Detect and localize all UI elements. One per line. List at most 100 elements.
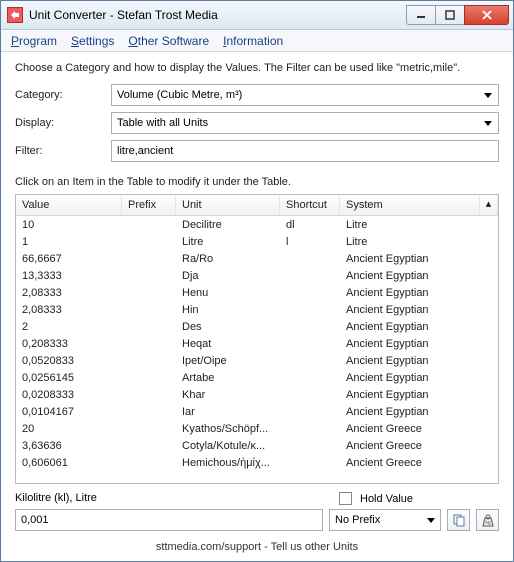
display-label: Display:: [15, 117, 111, 129]
cell-system: Ancient Egyptian: [340, 406, 498, 418]
cell-unit: Cotyla/Kotule/κ...: [176, 440, 280, 452]
cell-unit: Heqat: [176, 338, 280, 350]
svg-text:kg: kg: [485, 520, 491, 526]
table-header: Value Prefix Unit Shortcut System ▴: [16, 195, 498, 216]
cell-value: 0,0208333: [16, 389, 122, 401]
cell-value: 2: [16, 321, 122, 333]
menu-other-software[interactable]: Other Software: [128, 34, 209, 48]
titlebar[interactable]: Unit Converter - Stefan Trost Media: [1, 1, 513, 30]
value-input[interactable]: [15, 509, 323, 531]
close-button[interactable]: [464, 5, 509, 25]
app-window: Unit Converter - Stefan Trost Media Prog…: [0, 0, 514, 562]
cell-value: 3,63636: [16, 440, 122, 452]
category-select[interactable]: Volume (Cubic Metre, m³): [111, 84, 499, 106]
table-hint: Click on an Item in the Table to modify …: [15, 176, 499, 188]
table-row[interactable]: 0,0256145 Artabe Ancient Egyptian: [16, 369, 498, 386]
cell-shortcut: l: [280, 236, 340, 248]
table-row[interactable]: 0,0104167 Iar Ancient Egyptian: [16, 403, 498, 420]
category-label: Category:: [15, 89, 111, 101]
col-unit[interactable]: Unit: [176, 195, 280, 215]
cell-system: Ancient Egyptian: [340, 287, 498, 299]
menubar: Program Settings Other Software Informat…: [1, 30, 513, 52]
table-row[interactable]: 0,606061 Hemichous/ἡμίχ... Ancient Greece: [16, 454, 498, 471]
selected-unit-label: Kilolitre (kl), Litre: [15, 492, 339, 505]
cell-value: 2,08333: [16, 287, 122, 299]
table-row[interactable]: 2,08333 Hin Ancient Egyptian: [16, 301, 498, 318]
col-prefix[interactable]: Prefix: [122, 195, 176, 215]
scroll-up-icon[interactable]: ▴: [480, 195, 498, 215]
cell-value: 0,0256145: [16, 372, 122, 384]
cell-value: 0,0104167: [16, 406, 122, 418]
cell-unit: Khar: [176, 389, 280, 401]
cell-unit: Ipet/Oipe: [176, 355, 280, 367]
cell-value: 2,08333: [16, 304, 122, 316]
cell-system: Ancient Egyptian: [340, 253, 498, 265]
cell-system: Ancient Egyptian: [340, 372, 498, 384]
app-icon: [7, 7, 23, 23]
cell-value: 20: [16, 423, 122, 435]
cell-unit: Litre: [176, 236, 280, 248]
cell-unit: Henu: [176, 287, 280, 299]
table-row[interactable]: 2,08333 Henu Ancient Egyptian: [16, 284, 498, 301]
cell-unit: Dja: [176, 270, 280, 282]
display-select[interactable]: Table with all Units: [111, 112, 499, 134]
window-title: Unit Converter - Stefan Trost Media: [29, 8, 407, 22]
menu-program[interactable]: Program: [11, 34, 57, 48]
weight-button[interactable]: kg: [476, 509, 499, 531]
intro-text: Choose a Category and how to display the…: [15, 62, 499, 74]
cell-system: Ancient Egyptian: [340, 355, 498, 367]
cell-system: Ancient Greece: [340, 423, 498, 435]
cell-unit: Iar: [176, 406, 280, 418]
cell-system: Ancient Egyptian: [340, 304, 498, 316]
cell-unit: Hin: [176, 304, 280, 316]
cell-unit: Hemichous/ἡμίχ...: [176, 457, 280, 469]
prefix-select[interactable]: No Prefix: [329, 509, 441, 531]
maximize-button[interactable]: [435, 5, 465, 25]
table-body[interactable]: 10 DecilitredlLitre 1 LitrelLitre 66,6667 Ra/…: [16, 216, 498, 483]
table-row[interactable]: 10 DecilitredlLitre: [16, 216, 498, 233]
cell-system: Ancient Egyptian: [340, 389, 498, 401]
cell-value: 0,0520833: [16, 355, 122, 367]
table-row[interactable]: 0,0520833 Ipet/Oipe Ancient Egyptian: [16, 352, 498, 369]
hold-value-checkbox[interactable]: [339, 492, 352, 505]
cell-system: Litre: [340, 236, 498, 248]
cell-system: Ancient Egyptian: [340, 321, 498, 333]
table-row[interactable]: 3,63636 Cotyla/Kotule/κ... Ancient Greece: [16, 437, 498, 454]
table-row[interactable]: 20 Kyathos/Schöpf... Ancient Greece: [16, 420, 498, 437]
table-row[interactable]: 1 LitrelLitre: [16, 233, 498, 250]
table-row[interactable]: 66,6667 Ra/Ro Ancient Egyptian: [16, 250, 498, 267]
table-row[interactable]: 13,3333 Dja Ancient Egyptian: [16, 267, 498, 284]
cell-value: 0,606061: [16, 457, 122, 469]
copy-button[interactable]: [447, 509, 470, 531]
cell-value: 66,6667: [16, 253, 122, 265]
units-table: Value Prefix Unit Shortcut System ▴ 10 De…: [15, 194, 499, 484]
col-shortcut[interactable]: Shortcut: [280, 195, 340, 215]
cell-value: 1: [16, 236, 122, 248]
col-system[interactable]: System: [340, 195, 480, 215]
filter-label: Filter:: [15, 145, 111, 157]
cell-unit: Artabe: [176, 372, 280, 384]
cell-system: Ancient Greece: [340, 457, 498, 469]
footer-text: sttmedia.com/support - Tell us other Uni…: [15, 541, 499, 553]
minimize-button[interactable]: [406, 5, 436, 25]
cell-system: Ancient Greece: [340, 440, 498, 452]
table-row[interactable]: 2 Des Ancient Egyptian: [16, 318, 498, 335]
cell-system: Litre: [340, 219, 498, 231]
cell-unit: Decilitre: [176, 219, 280, 231]
cell-unit: Kyathos/Schöpf...: [176, 423, 280, 435]
cell-system: Ancient Egyptian: [340, 338, 498, 350]
cell-value: 10: [16, 219, 122, 231]
filter-input[interactable]: [111, 140, 499, 162]
hold-value-label: Hold Value: [360, 493, 413, 505]
table-row[interactable]: 0,208333HeqatAncient Egyptian: [16, 335, 498, 352]
cell-unit: Ra/Ro: [176, 253, 280, 265]
menu-settings[interactable]: Settings: [71, 34, 114, 48]
cell-unit: Des: [176, 321, 280, 333]
cell-value: 13,3333: [16, 270, 122, 282]
table-row[interactable]: 0,0208333 Khar Ancient Egyptian: [16, 386, 498, 403]
content-area: Choose a Category and how to display the…: [1, 52, 513, 561]
col-value[interactable]: Value: [16, 195, 122, 215]
cell-shortcut: dl: [280, 219, 340, 231]
cell-system: Ancient Egyptian: [340, 270, 498, 282]
menu-information[interactable]: Information: [223, 34, 283, 48]
